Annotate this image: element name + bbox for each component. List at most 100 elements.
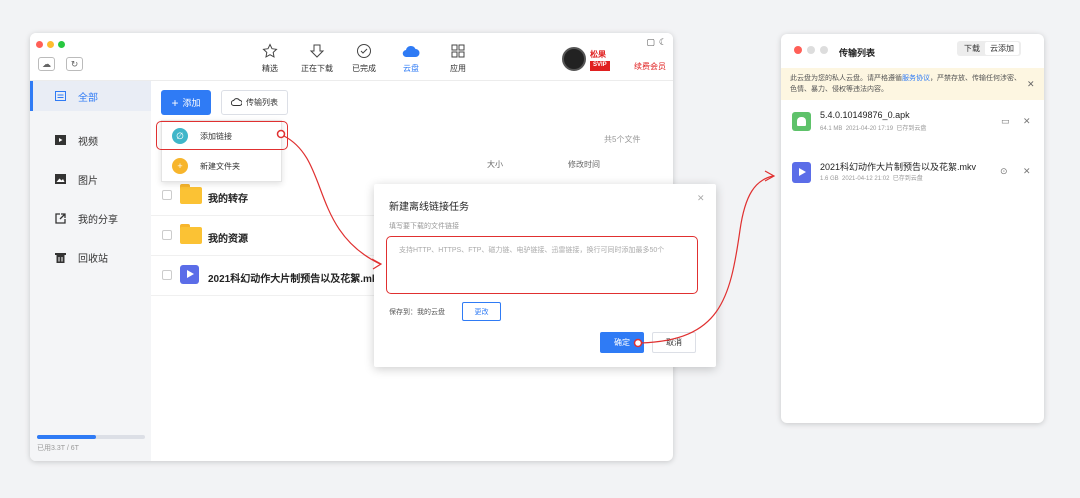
renew-vip-link[interactable]: 续费会员 [634, 61, 666, 72]
video-file-icon [792, 162, 811, 183]
tab-download[interactable]: 下载 [959, 42, 985, 55]
cancel-button[interactable]: 取消 [652, 332, 696, 353]
close-icon[interactable]: ✕ [697, 193, 705, 204]
row-checkbox[interactable] [162, 270, 172, 280]
transfer-list-label: 传输列表 [246, 98, 278, 107]
transfer-tabs: 下载 云添加 [957, 41, 1021, 56]
nav-label: 云盘 [403, 64, 419, 73]
tab-cloud-add[interactable]: 云添加 [985, 42, 1019, 55]
file-name[interactable]: 2021科幻动作大片制预告以及花絮.mkv [208, 270, 383, 285]
play-icon[interactable]: ⊙ [1000, 166, 1008, 177]
close-icon[interactable]: ✕ [1023, 116, 1031, 127]
window-top-icons: ▢ ☾ [646, 37, 667, 48]
sidebar: 全部 视频 图片 我的分享 回收站 已用3.3T / 6T [30, 81, 151, 461]
folder-icon [180, 184, 202, 204]
download-icon [308, 42, 326, 60]
row-checkbox[interactable] [162, 190, 172, 200]
transfer-file-status: 已存到云盘 [892, 176, 923, 182]
minimize-window-button[interactable] [47, 41, 54, 48]
check-circle-icon [355, 42, 373, 60]
transfer-file-date: 2021-04-12 21:02 [842, 176, 890, 182]
add-button[interactable]: + 添加 [161, 90, 211, 115]
row-checkbox[interactable] [162, 230, 172, 240]
transfer-file-date: 2021-04-20 17:19 [845, 126, 894, 132]
nav-completed[interactable]: 已完成 [346, 42, 382, 74]
transfer-file-status: 已存到云盘 [896, 126, 927, 132]
refresh-icon[interactable]: ↻ [66, 57, 83, 71]
sidebar-item-all[interactable]: 全部 [30, 81, 151, 111]
change-location-button[interactable]: 更改 [462, 302, 501, 321]
file-name[interactable]: 我的转存 [208, 190, 248, 205]
close-window-button[interactable] [36, 41, 43, 48]
theme-moon-icon[interactable]: ☾ [659, 37, 667, 48]
window-controls [794, 46, 828, 54]
apk-icon [792, 112, 811, 131]
nav-featured[interactable]: 精选 [252, 42, 288, 74]
transfer-list-window: 传输列表 下载 云添加 此云盘为您的私人云盘。请严格遵循服务协议，严禁存放、传输… [781, 34, 1044, 423]
service-agreement-link[interactable]: 服务协议 [902, 75, 930, 82]
username: 松果 [590, 50, 606, 59]
storage-progress-fill [37, 435, 97, 439]
all-files-icon [54, 90, 66, 102]
apps-grid-icon [449, 42, 467, 60]
user-area[interactable]: 松果 SVIP 续费会员 [562, 47, 672, 75]
avatar[interactable] [562, 47, 586, 71]
column-header-modified-time[interactable]: 修改时间 [568, 159, 600, 170]
confirm-button[interactable]: 确定 [600, 332, 644, 353]
nav-downloading[interactable]: 正在下载 [299, 42, 335, 74]
nav-cloud[interactable]: 云盘 [393, 42, 429, 74]
folder-icon [180, 224, 202, 244]
dialog-subtitle: 填写要下载的文件链接 [389, 223, 459, 230]
mini-mode-icon[interactable]: ▢ [646, 37, 655, 48]
link-input-textarea[interactable]: 支持HTTP、HTTPS、FTP、磁力链、电驴链接、迅雷链接，换行可同时添加最多… [386, 236, 698, 294]
annotation-highlight-box [156, 121, 288, 150]
notice-text: 此云盘为您的私人云盘。请严格遵循服务协议，严禁存放、传输任何涉密、色情、暴力、侵… [790, 73, 1022, 95]
notice-banner: 此云盘为您的私人云盘。请严格遵循服务协议，严禁存放、传输任何涉密、色情、暴力、侵… [781, 68, 1044, 100]
transfer-file-meta: 1.6 GB 2021-04-12 21:02 已存到云盘 [820, 173, 923, 182]
file-total-count: 共5个文件 [604, 135, 641, 144]
minimize-window-button[interactable] [807, 46, 815, 54]
image-icon [54, 173, 66, 185]
transfer-list-button[interactable]: 传输列表 [221, 90, 288, 115]
close-window-button[interactable] [794, 46, 802, 54]
cloud-transfer-icon [230, 97, 243, 108]
transfer-file-name: 2021科幻动作大片制预告以及花絮.mkv [820, 162, 977, 172]
titlebar: ☁ ↻ 精选 正在下载 已完成 云盘 应用 松果 SVIP 续费会员 ▢ ☾ [30, 33, 673, 81]
file-name[interactable]: 我的资源 [208, 230, 248, 245]
share-icon [54, 212, 66, 224]
save-location-label: 保存到：我的云盘 [389, 309, 445, 316]
dialog-title: 新建离线链接任务 [389, 202, 469, 213]
nav-label: 已完成 [352, 64, 376, 73]
window-controls [36, 41, 65, 48]
maximize-window-button[interactable] [58, 41, 65, 48]
maximize-window-button[interactable] [820, 46, 828, 54]
sidebar-item-images[interactable]: 图片 [30, 164, 151, 194]
cloud-upload-icon[interactable]: ☁ [38, 57, 55, 71]
close-icon[interactable]: ✕ [1027, 79, 1035, 90]
list-item[interactable]: 5.4.0.10149876_0.apk 64.1 MB 2021-04-20 … [781, 102, 1044, 146]
menu-item-new-folder[interactable]: + 新建文件夹 [162, 151, 283, 181]
vip-badge: SVIP [590, 61, 610, 71]
cloud-icon [402, 42, 420, 60]
nav-apps[interactable]: 应用 [440, 42, 476, 74]
transfer-file-size: 64.1 MB [820, 126, 843, 132]
sidebar-item-my-share[interactable]: 我的分享 [30, 203, 151, 233]
sidebar-item-label: 全部 [78, 92, 98, 104]
video-file-icon [180, 265, 199, 284]
sidebar-item-recycle-bin[interactable]: 回收站 [30, 242, 151, 272]
sidebar-item-label: 图片 [78, 175, 98, 187]
close-icon[interactable]: ✕ [1023, 166, 1031, 177]
star-icon [261, 42, 279, 60]
nav-label: 精选 [262, 64, 278, 73]
list-item[interactable]: 2021科幻动作大片制预告以及花絮.mkv 1.6 GB 2021-04-12 … [781, 152, 1044, 196]
open-folder-icon[interactable]: ▭ [1001, 116, 1010, 127]
transfer-file-name: 5.4.0.10149876_0.apk [820, 110, 910, 120]
sidebar-item-video[interactable]: 视频 [30, 125, 151, 155]
top-navigation: 精选 正在下载 已完成 云盘 应用 [252, 42, 476, 74]
sidebar-item-label: 视频 [78, 136, 98, 148]
transfer-window-title: 传输列表 [839, 48, 876, 58]
nav-label: 正在下载 [301, 64, 333, 73]
sidebar-item-label: 回收站 [78, 253, 108, 265]
plus-icon: + [171, 95, 179, 110]
column-header-size[interactable]: 大小 [487, 159, 503, 170]
